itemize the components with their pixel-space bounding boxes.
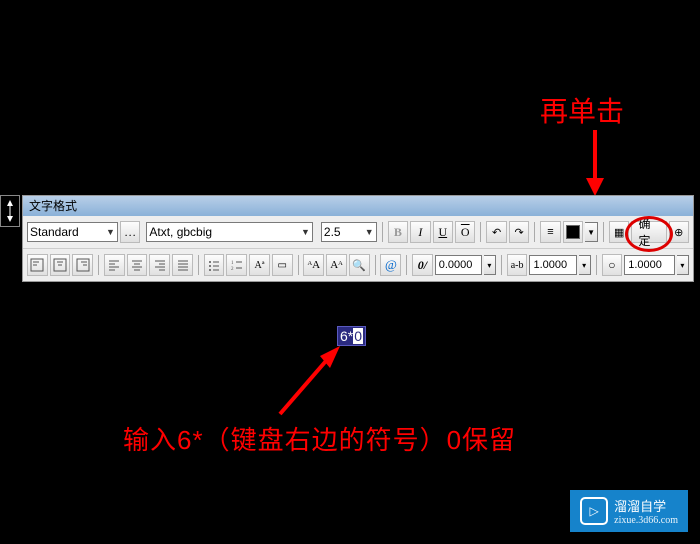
oblique-stepper[interactable]: ▾ [484, 255, 496, 275]
font-combo[interactable]: A txt, gbcbig ▼ [146, 222, 313, 242]
toolbar-title: 文字格式 [23, 196, 693, 216]
play-logo-icon: ▷ [580, 497, 608, 525]
symbol-lookup-button[interactable]: 🔍 [349, 254, 370, 276]
justify-icon [176, 258, 190, 272]
oblique-angle-input[interactable]: 0.0000 [435, 255, 482, 275]
superscript-button[interactable]: ᴬA [303, 254, 324, 276]
font-type-icon: A [149, 225, 157, 239]
tracking-stepper[interactable]: ▾ [579, 255, 591, 275]
svg-text:1: 1 [231, 261, 234, 266]
color-swatch-icon [566, 225, 580, 239]
superscript-icon: ᴬA [308, 259, 321, 271]
bullet-list-button[interactable] [204, 254, 225, 276]
watermark-text: 溜溜自学 zixue.3d66.com [614, 496, 678, 526]
at-icon: @ [385, 257, 397, 273]
arrow-to-input-icon [272, 342, 352, 422]
undo-icon: ↶ [492, 226, 501, 239]
text-style-combo[interactable]: Standard ▼ [27, 222, 118, 242]
justify-icon [130, 258, 144, 272]
subscript-icon: Aᴬ [330, 259, 343, 271]
stack-icon: ≡ [547, 226, 553, 238]
justify-left-button[interactable] [104, 254, 125, 276]
list-icon: 12 [230, 258, 244, 272]
align-top-right-button[interactable] [72, 254, 93, 276]
options-button[interactable]: ⊕ [669, 221, 689, 243]
separator [603, 222, 604, 242]
subscript-button[interactable]: Aᴬ [326, 254, 347, 276]
separator [375, 255, 376, 275]
undo-button[interactable]: ↶ [486, 221, 506, 243]
chevron-down-icon: ▼ [301, 227, 310, 237]
font-value: txt, gbcbig [157, 225, 212, 239]
italic-button[interactable]: I [410, 221, 430, 243]
uppercase-button[interactable]: Aª [249, 254, 270, 276]
separator [198, 255, 199, 275]
justify-icon [107, 258, 121, 272]
width-stepper[interactable]: ▾ [677, 255, 689, 275]
toolbar-row-2: 12 Aª ▭ ᴬA Aᴬ 🔍 @ 0/ 0.0000 ▾ a-b 1.0000… [23, 248, 693, 281]
align-icon [53, 258, 67, 272]
ok-button[interactable]: 确定 [631, 221, 666, 243]
separator [480, 222, 481, 242]
list-icon [207, 258, 221, 272]
color-dropdown[interactable]: ▼ [585, 222, 598, 242]
options-icon: ⊕ [674, 226, 683, 239]
underline-button[interactable]: U [433, 221, 453, 243]
ruler-icon: ▦ [614, 226, 624, 239]
align-icon [30, 258, 44, 272]
text-style-value: Standard [30, 225, 79, 239]
overline-button[interactable]: O [455, 221, 475, 243]
tracking-icon: a-b [511, 260, 524, 271]
separator [596, 255, 597, 275]
watermark: ▷ 溜溜自学 zixue.3d66.com [570, 490, 688, 532]
text-size-combo[interactable]: 2.5 ▼ [321, 222, 377, 242]
separator [406, 255, 407, 275]
separator [298, 255, 299, 275]
toolbar-row-1: Standard ▼ … A txt, gbcbig ▼ 2.5 ▼ B I U… [23, 216, 693, 248]
annotation-instruction: 输入6*（键盘右边的符号）0保留 [123, 420, 516, 457]
case-icon: Aª [255, 260, 265, 271]
watermark-url: zixue.3d66.com [614, 515, 678, 526]
numbered-list-button[interactable]: 12 [226, 254, 247, 276]
insert-field-button[interactable]: ▭ [272, 254, 293, 276]
svg-text:2: 2 [231, 267, 234, 272]
bold-button[interactable]: B [388, 221, 408, 243]
separator [98, 255, 99, 275]
text-format-toolbar: 文字格式 Standard ▼ … A txt, gbcbig ▼ 2.5 ▼ … [22, 195, 694, 282]
tracking-input[interactable]: 1.0000 [529, 255, 576, 275]
justify-right-button[interactable] [149, 254, 170, 276]
width-factor-input[interactable]: 1.0000 [624, 255, 675, 275]
justify-center-button[interactable] [127, 254, 148, 276]
color-button[interactable] [563, 221, 583, 243]
justify-full-button[interactable] [172, 254, 193, 276]
justify-icon [153, 258, 167, 272]
oblique-button[interactable]: 0/ [412, 254, 433, 276]
chevron-down-icon: ▼ [365, 227, 374, 237]
field-icon: ▭ [278, 260, 287, 271]
annotation-click-again: 再单击 [540, 90, 624, 130]
oblique-icon: 0/ [418, 258, 427, 273]
tracking-button[interactable]: a-b [507, 254, 528, 276]
redo-button[interactable]: ↷ [509, 221, 529, 243]
watermark-brand: 溜溜自学 [614, 496, 678, 515]
lookup-icon: 🔍 [352, 259, 366, 272]
width-icon: ○ [608, 258, 615, 273]
separator [382, 222, 383, 242]
width-factor-button[interactable]: ○ [602, 254, 623, 276]
separator [534, 222, 535, 242]
redo-icon: ↷ [514, 226, 523, 239]
arrow-down-icon [580, 130, 610, 198]
align-top-left-button[interactable] [27, 254, 48, 276]
style-browse-button[interactable]: … [120, 221, 140, 243]
align-icon [76, 258, 90, 272]
align-top-center-button[interactable] [50, 254, 71, 276]
stack-button[interactable]: ≡ [540, 221, 560, 243]
dimension-marker [0, 195, 20, 227]
chevron-down-icon: ▼ [106, 227, 115, 237]
separator [501, 255, 502, 275]
mtext-cursor-char: 0 [353, 328, 363, 344]
ruler-button[interactable]: ▦ [609, 221, 629, 243]
symbol-button[interactable]: @ [380, 254, 401, 276]
text-size-value: 2.5 [324, 225, 341, 239]
